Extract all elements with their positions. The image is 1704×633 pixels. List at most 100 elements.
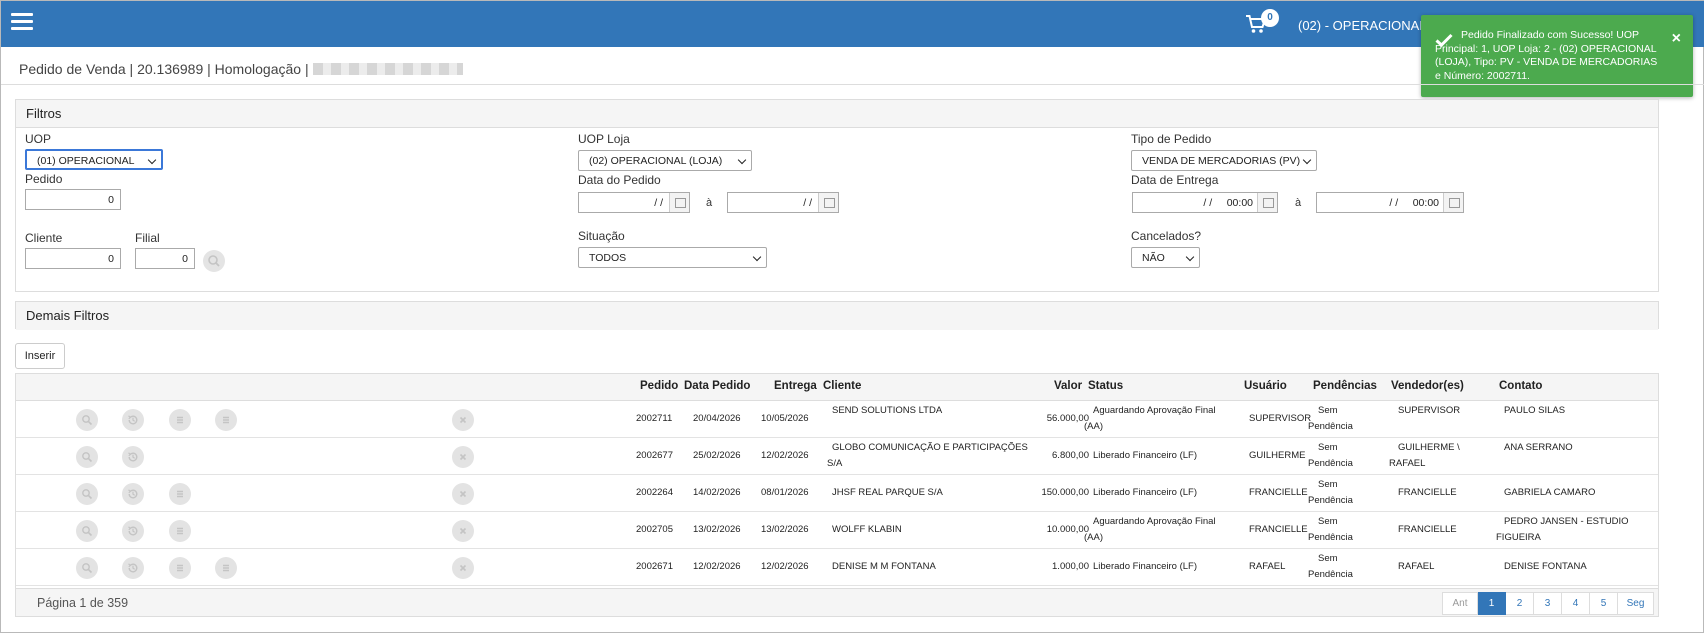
- menu-icon[interactable]: [11, 13, 33, 33]
- list-button[interactable]: [169, 520, 191, 542]
- view-button[interactable]: [76, 520, 98, 542]
- cancel-button[interactable]: [452, 409, 474, 431]
- pedido-input[interactable]: 0: [25, 189, 121, 210]
- col-status[interactable]: Status: [1088, 380, 1123, 392]
- situacao-select[interactable]: TODOS: [578, 247, 767, 268]
- list-button[interactable]: [169, 483, 191, 505]
- cell-pedido[interactable]: 2002705: [636, 522, 673, 538]
- history-icon: [128, 415, 138, 425]
- uop-select[interactable]: (01) OPERACIONAL: [25, 149, 163, 170]
- close-icon[interactable]: ×: [1672, 31, 1681, 47]
- col-usuario[interactable]: Usuário: [1244, 380, 1287, 392]
- next-page-button[interactable]: Seg: [1618, 592, 1654, 615]
- page-5-button[interactable]: 5: [1590, 592, 1618, 615]
- status-line-1: Aguardando Aprovação Final: [1093, 516, 1216, 527]
- list-button[interactable]: [169, 557, 191, 579]
- cell-pedido[interactable]: 2002264: [636, 485, 673, 501]
- pend-line-2: Pendência: [1308, 569, 1353, 580]
- vend-line-1: FRANCIELLE: [1398, 524, 1457, 535]
- data-pedido-from-input[interactable]: / /: [578, 192, 690, 213]
- cell-contato: PAULO SILAS: [1496, 403, 1565, 419]
- tipo-pedido-select[interactable]: VENDA DE MERCADORIAS (PV): [1131, 150, 1317, 171]
- cell-valor: 56.000,00: [1046, 413, 1089, 424]
- cancel-button[interactable]: [452, 446, 474, 468]
- prev-page-button[interactable]: Ant: [1442, 592, 1478, 615]
- col-valor[interactable]: Valor: [1054, 380, 1082, 392]
- cell-contato: ANA SERRANO: [1496, 440, 1573, 456]
- menu-button[interactable]: [215, 557, 237, 579]
- cell-pendencias: Sem Pendência: [1308, 440, 1353, 472]
- calendar-icon[interactable]: [669, 193, 689, 212]
- cliente-input[interactable]: 0: [25, 248, 121, 269]
- close-icon: [459, 564, 467, 572]
- view-button[interactable]: [76, 446, 98, 468]
- history-icon: [128, 526, 138, 536]
- view-button[interactable]: [76, 483, 98, 505]
- cancelados-select[interactable]: NÃO: [1131, 247, 1200, 268]
- data-entrega-to-date: / /: [1389, 197, 1399, 209]
- list-icon: [177, 564, 183, 572]
- page-1-button[interactable]: 1: [1478, 592, 1506, 615]
- col-data-pedido[interactable]: Data Pedido: [684, 380, 750, 392]
- filial-label: Filial: [135, 231, 160, 245]
- cell-entrega: 13/02/2026: [761, 524, 809, 535]
- page-3-button[interactable]: 3: [1534, 592, 1562, 615]
- page-2-button[interactable]: 2: [1506, 592, 1534, 615]
- page-info: Página 1 de 359: [37, 596, 129, 610]
- cell-valor: 10.000,00: [1046, 524, 1089, 535]
- search-icon: [82, 452, 93, 463]
- cell-usuario: FRANCIELLE: [1249, 524, 1308, 535]
- page-title-wrap: Pedido de Venda | 20.136989 | Homologaçã…: [19, 61, 463, 77]
- history-button[interactable]: [122, 520, 144, 542]
- col-cliente[interactable]: Cliente: [823, 380, 861, 392]
- filters-title[interactable]: Filtros: [16, 100, 1658, 128]
- cell-cliente: WOLFF KLABIN: [827, 522, 902, 538]
- history-button[interactable]: [122, 557, 144, 579]
- view-button[interactable]: [76, 409, 98, 431]
- cell-pedido[interactable]: 2002671: [636, 559, 673, 575]
- pend-line-1: Sem: [1318, 516, 1338, 527]
- pend-line-1: Sem: [1318, 479, 1338, 490]
- cell-contato: DENISE FONTANA: [1496, 559, 1587, 575]
- calendar-icon[interactable]: [1257, 193, 1277, 212]
- demais-filtros-title[interactable]: Demais Filtros: [16, 302, 1658, 330]
- cell-pedido[interactable]: 2002677: [636, 448, 673, 464]
- data-entrega-from-input[interactable]: / / 00:00: [1132, 192, 1278, 213]
- cancelados-label: Cancelados?: [1131, 229, 1202, 243]
- col-pedido[interactable]: Pedido: [640, 380, 678, 392]
- current-uop-label[interactable]: (02) - OPERACIONAL (: [1298, 18, 1434, 33]
- search-cliente-button[interactable]: [203, 250, 225, 272]
- history-button[interactable]: [122, 446, 144, 468]
- col-vendedores[interactable]: Vendedor(es): [1391, 380, 1464, 392]
- history-button[interactable]: [122, 483, 144, 505]
- pagination: Ant 1 2 3 4 5 Seg: [1442, 592, 1654, 615]
- filial-input[interactable]: 0: [135, 248, 195, 269]
- cancel-button[interactable]: [452, 557, 474, 579]
- page-title: Pedido de Venda | 20.136989 | Homologaçã…: [19, 61, 309, 77]
- history-button[interactable]: [122, 409, 144, 431]
- calendar-icon[interactable]: [1443, 193, 1463, 212]
- cart-count-badge: 0: [1261, 9, 1279, 27]
- cell-pendencias: Sem Pendência: [1308, 477, 1353, 509]
- cell-status: Aguardando Aprovação Final (AA): [1084, 514, 1216, 546]
- cancel-button[interactable]: [452, 520, 474, 542]
- cell-pedido[interactable]: 2002711: [636, 411, 672, 427]
- page-4-button[interactable]: 4: [1562, 592, 1590, 615]
- data-entrega-to-input[interactable]: / / 00:00: [1316, 192, 1464, 213]
- inserir-button[interactable]: Inserir: [15, 343, 65, 369]
- menu-button[interactable]: [215, 409, 237, 431]
- col-contato[interactable]: Contato: [1499, 380, 1542, 392]
- view-button[interactable]: [76, 557, 98, 579]
- uop-loja-select[interactable]: (02) OPERACIONAL (LOJA): [578, 150, 752, 171]
- cancel-button[interactable]: [452, 483, 474, 505]
- list-icon: [177, 527, 183, 535]
- cell-data-pedido: 14/02/2026: [693, 487, 741, 498]
- list-button[interactable]: [169, 409, 191, 431]
- data-pedido-to-input[interactable]: / /: [727, 192, 839, 213]
- demais-filtros-panel[interactable]: Demais Filtros: [15, 301, 1659, 330]
- col-entrega[interactable]: Entrega: [774, 380, 817, 392]
- cliente-line-1: DENISE M M FONTANA: [832, 561, 936, 572]
- calendar-icon[interactable]: [818, 193, 838, 212]
- col-pendencias[interactable]: Pendências: [1313, 380, 1377, 392]
- cell-vendedores: RAFAEL: [1389, 559, 1434, 575]
